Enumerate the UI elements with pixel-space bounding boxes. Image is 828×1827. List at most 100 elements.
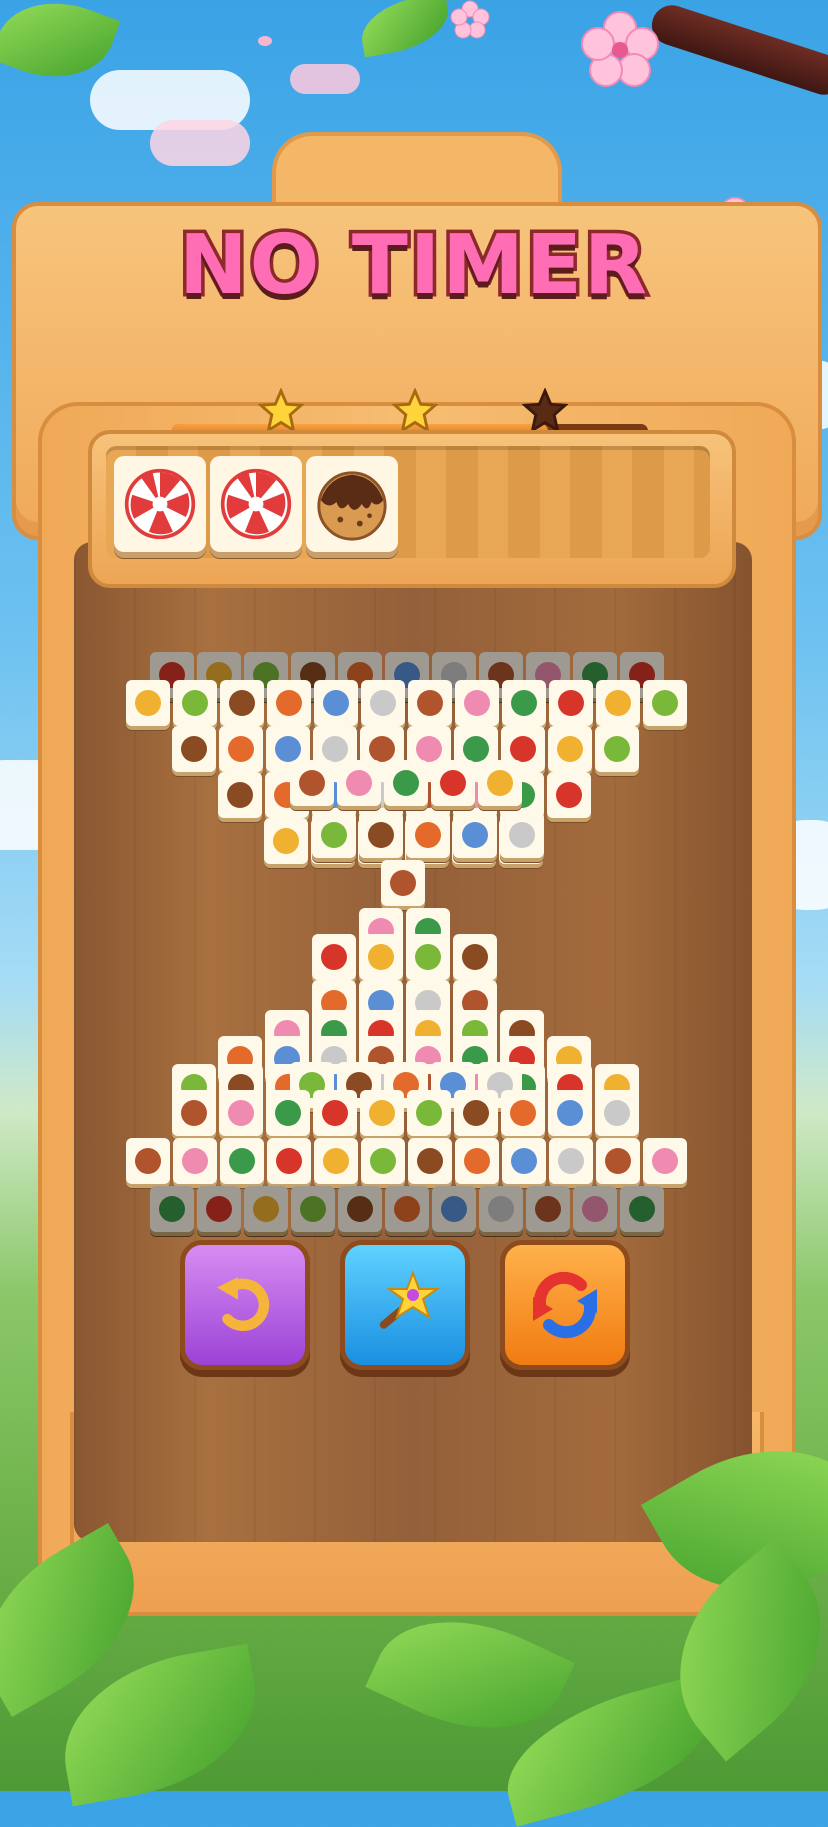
hint-wand-button[interactable] [340, 1240, 470, 1370]
mahjong-tile[interactable] [384, 760, 428, 806]
food-icon [416, 736, 442, 762]
mahjong-tile[interactable] [408, 1138, 452, 1184]
mahjong-tile[interactable] [406, 812, 450, 858]
mahjong-tile[interactable] [359, 812, 403, 858]
mahjong-tile[interactable] [643, 1138, 687, 1184]
star-icon-earned [392, 388, 438, 434]
food-icon [393, 770, 419, 796]
mahjong-tile[interactable] [454, 1090, 498, 1136]
food-icon [462, 944, 488, 970]
food-icon [441, 1196, 467, 1222]
mahjong-tile[interactable] [502, 680, 546, 726]
mahjong-tile[interactable] [596, 1138, 640, 1184]
mahjong-tile[interactable] [500, 812, 544, 858]
mahjong-tile[interactable] [266, 1090, 310, 1136]
food-icon [440, 770, 466, 796]
mahjong-tile[interactable] [220, 1138, 264, 1184]
mahjong-tile[interactable] [337, 760, 381, 806]
mahjong-tile[interactable] [264, 818, 308, 864]
mahjong-tile[interactable] [267, 1138, 311, 1184]
mahjong-tile[interactable] [173, 680, 217, 726]
food-icon [273, 828, 299, 854]
food-icon [487, 770, 513, 796]
tree-leaf [356, 0, 454, 58]
food-icon [652, 690, 678, 716]
mahjong-tile[interactable] [549, 680, 593, 726]
food-icon [604, 1100, 630, 1126]
mahjong-tile[interactable] [548, 726, 592, 772]
mahjong-tile[interactable] [312, 934, 356, 980]
shuffle-button[interactable] [500, 1240, 630, 1370]
mahjong-tile[interactable] [172, 1090, 216, 1136]
mahjong-tile[interactable] [455, 1138, 499, 1184]
food-icon [182, 690, 208, 716]
mahjong-tile[interactable] [126, 1138, 170, 1184]
food-icon [464, 1148, 490, 1174]
food-icon [135, 1148, 161, 1174]
food-icon [300, 1196, 326, 1222]
mahjong-tile[interactable] [218, 772, 262, 818]
food-icon [369, 736, 395, 762]
tray-tile-peppermint[interactable] [210, 456, 302, 552]
mahjong-tile[interactable] [455, 680, 499, 726]
undo-arrow-icon [217, 1277, 270, 1331]
cherry-blossom [450, 0, 490, 39]
mahjong-tile[interactable] [596, 680, 640, 726]
food-icon [370, 690, 396, 716]
mahjong-tile[interactable] [219, 726, 263, 772]
mahjong-tile[interactable] [219, 1090, 263, 1136]
mahjong-tile[interactable] [406, 934, 450, 980]
mahjong-tile[interactable] [172, 726, 216, 772]
mahjong-tile[interactable] [407, 1090, 451, 1136]
mahjong-tile[interactable] [643, 680, 687, 726]
mahjong-tile [244, 1186, 288, 1232]
mahjong-tile[interactable] [313, 1090, 357, 1136]
food-icon [321, 944, 347, 970]
food-icon [275, 1100, 301, 1126]
mahjong-tile[interactable] [595, 726, 639, 772]
mahjong-tile[interactable] [173, 1138, 217, 1184]
food-icon [322, 1100, 348, 1126]
mahjong-tile[interactable] [478, 760, 522, 806]
mahjong-tile[interactable] [314, 680, 358, 726]
food-icon [509, 822, 535, 848]
food-icon [510, 1100, 536, 1126]
mahjong-tile[interactable] [547, 772, 591, 818]
mahjong-tile[interactable] [359, 934, 403, 980]
mahjong-tile[interactable] [431, 760, 475, 806]
mahjong-tile[interactable] [314, 1138, 358, 1184]
mahjong-tile[interactable] [126, 680, 170, 726]
mahjong-tile[interactable] [502, 1138, 546, 1184]
mahjong-tile[interactable] [220, 680, 264, 726]
food-icon [511, 690, 537, 716]
food-icon [323, 1148, 349, 1174]
food-icon [604, 736, 630, 762]
mahjong-tile[interactable] [360, 1090, 404, 1136]
food-icon [510, 736, 536, 762]
mahjong-tile[interactable] [290, 760, 334, 806]
mahjong-tile[interactable] [361, 1138, 405, 1184]
food-icon [415, 822, 441, 848]
food-icon [229, 1148, 255, 1174]
undo-button[interactable] [180, 1240, 310, 1370]
food-icon [181, 736, 207, 762]
peppermint-candy-icon [220, 468, 292, 540]
mahjong-tile[interactable] [548, 1090, 592, 1136]
mahjong-tile[interactable] [361, 680, 405, 726]
mahjong-tile[interactable] [312, 812, 356, 858]
mahjong-tile[interactable] [267, 680, 311, 726]
mahjong-tile[interactable] [501, 1090, 545, 1136]
mahjong-tile[interactable] [549, 1138, 593, 1184]
mahjong-tile [385, 1186, 429, 1232]
cloud [290, 64, 360, 94]
food-icon [463, 1100, 489, 1126]
mahjong-tile[interactable] [453, 934, 497, 980]
tray-tile-peppermint[interactable] [114, 456, 206, 552]
mahjong-tile[interactable] [453, 812, 497, 858]
mahjong-tile [573, 1186, 617, 1232]
mahjong-tile[interactable] [595, 1090, 639, 1136]
tray-tile-cookie[interactable] [306, 456, 398, 552]
mahjong-tile[interactable] [408, 680, 452, 726]
mahjong-tile[interactable] [381, 860, 425, 906]
petal [258, 36, 272, 46]
